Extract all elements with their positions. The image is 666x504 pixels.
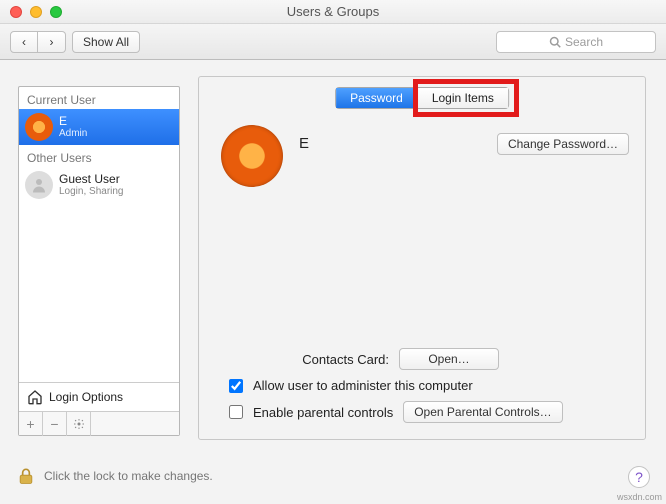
sidebar-item-guest-user[interactable]: Guest User Login, Sharing (19, 167, 179, 203)
open-contacts-button[interactable]: Open… (399, 348, 499, 370)
contacts-card-row: Contacts Card: Open… (229, 348, 625, 370)
profile-picture[interactable] (221, 125, 283, 187)
show-all-button[interactable]: Show All (72, 31, 140, 53)
search-input[interactable]: Search (496, 31, 656, 53)
window-title: Users & Groups (287, 4, 379, 19)
parental-checkbox-label: Enable parental controls (253, 405, 393, 420)
avatar (25, 171, 53, 199)
sidebar-login-options[interactable]: Login Options (19, 382, 179, 411)
user-name: E (59, 115, 87, 128)
sidebar-item-current-user[interactable]: E Admin (19, 109, 179, 145)
chevron-left-icon: ‹ (22, 35, 26, 49)
watermark: wsxdn.com (617, 492, 662, 502)
tab-password[interactable]: Password (336, 88, 418, 108)
actions-button[interactable] (67, 412, 91, 436)
sidebar-toolbar: + − (19, 411, 179, 435)
admin-checkbox[interactable] (229, 379, 243, 393)
add-user-button[interactable]: + (19, 412, 43, 436)
user-role: Login, Sharing (59, 186, 124, 197)
forward-button[interactable]: › (38, 31, 66, 53)
zoom-icon[interactable] (50, 6, 62, 18)
prefpane: Current User E Admin Other Users Guest U… (0, 60, 666, 504)
other-users-label: Other Users (19, 145, 179, 167)
user-name: Guest User (59, 173, 124, 186)
window-controls (10, 6, 62, 18)
profile-name: E (299, 135, 310, 152)
chevron-right-icon: › (50, 35, 54, 49)
tab-login-items[interactable]: Login Items (418, 88, 508, 108)
tab-bar: Password Login Items (335, 87, 509, 109)
parental-controls-row: Enable parental controls Open Parental C… (229, 401, 625, 423)
minimize-icon[interactable] (30, 6, 42, 18)
lock-row[interactable]: Click the lock to make changes. (16, 466, 213, 486)
lock-icon (16, 466, 36, 486)
user-detail-pane: Password Login Items E Change Password… … (198, 76, 646, 440)
change-password-button[interactable]: Change Password… (497, 133, 629, 155)
close-icon[interactable] (10, 6, 22, 18)
help-button[interactable]: ? (628, 466, 650, 488)
toolbar: ‹ › Show All Search (0, 24, 666, 60)
avatar (25, 113, 53, 141)
current-user-label: Current User (19, 87, 179, 109)
parental-checkbox[interactable] (229, 405, 243, 419)
back-button[interactable]: ‹ (10, 31, 38, 53)
search-placeholder: Search (565, 35, 603, 49)
titlebar: Users & Groups (0, 0, 666, 24)
remove-user-button[interactable]: − (43, 412, 67, 436)
user-sidebar: Current User E Admin Other Users Guest U… (18, 86, 180, 436)
open-parental-controls-button[interactable]: Open Parental Controls… (403, 401, 562, 423)
house-icon (27, 389, 43, 405)
person-icon (30, 176, 48, 194)
contacts-card-label: Contacts Card: (229, 352, 389, 367)
gear-icon (73, 418, 85, 430)
admin-checkbox-label: Allow user to administer this computer (253, 378, 473, 393)
user-role: Admin (59, 128, 87, 139)
admin-checkbox-row: Allow user to administer this computer (229, 378, 625, 393)
lock-text: Click the lock to make changes. (44, 469, 213, 483)
search-icon (549, 36, 561, 48)
